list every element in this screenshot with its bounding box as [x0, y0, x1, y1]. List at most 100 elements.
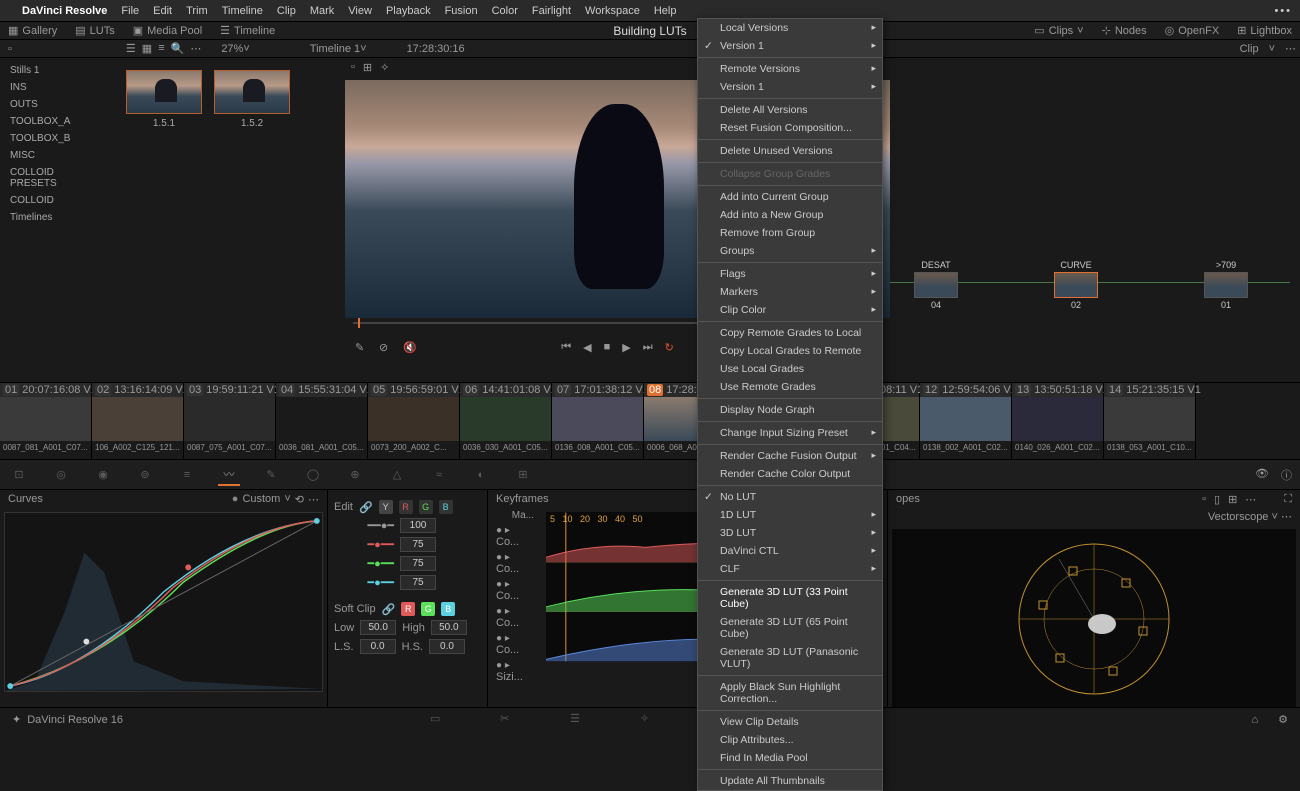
- tab-key[interactable]: ◐: [470, 464, 492, 486]
- link-icon[interactable]: 🔗: [382, 603, 396, 616]
- more-icon[interactable]: ⋯: [190, 42, 201, 55]
- menu-item[interactable]: Generate 3D LUT (33 Point Cube): [698, 583, 882, 613]
- menu-item[interactable]: Render Cache Fusion Output: [698, 447, 882, 465]
- app-name[interactable]: DaVinci Resolve: [22, 5, 107, 17]
- eye-icon[interactable]: 👁: [1255, 467, 1269, 483]
- tab-blur[interactable]: ≈: [428, 464, 450, 486]
- menu-item[interactable]: Copy Remote Grades to Local: [698, 324, 882, 342]
- menu-playback[interactable]: Playback: [386, 5, 431, 17]
- first-frame-icon[interactable]: ⏮: [561, 341, 571, 354]
- menu-item[interactable]: Generate 3D LUT (Panasonic VLUT): [698, 643, 882, 673]
- menu-clip[interactable]: Clip: [277, 5, 296, 17]
- timeline-name[interactable]: Timeline 1: [310, 43, 360, 55]
- toolbar-nodes[interactable]: ⊹Nodes: [1102, 24, 1147, 37]
- menu-color[interactable]: Color: [492, 5, 518, 17]
- menu-item[interactable]: Apply Black Sun Highlight Correction...: [698, 678, 882, 708]
- tab-hdr[interactable]: ⊚: [134, 464, 156, 486]
- viewer-tool-icon[interactable]: ▫: [351, 61, 355, 74]
- menu-view[interactable]: View: [348, 5, 372, 17]
- kf-item[interactable]: ● ▸ Sizi...: [488, 658, 542, 685]
- kf-item[interactable]: ● ▸ Co...: [488, 550, 542, 577]
- clip-thumbnail[interactable]: 1212:59:54:06V10138_002_A001_C02...: [920, 383, 1012, 459]
- scope-mode[interactable]: Vectorscope: [1208, 511, 1269, 523]
- sidebar-item[interactable]: TOOLBOX_B: [0, 130, 110, 147]
- node-curve[interactable]: CURVE02: [1050, 260, 1102, 310]
- clip-thumbnail[interactable]: 0213:16:14:09V1106_A002_C125_121...: [92, 383, 184, 459]
- menu-fusion[interactable]: Fusion: [445, 5, 478, 17]
- menu-item[interactable]: Use Local Grades: [698, 360, 882, 378]
- ls-value[interactable]: [360, 639, 396, 654]
- chevron-down-icon[interactable]: ˅: [284, 493, 290, 505]
- page-fusion[interactable]: ✧: [640, 712, 660, 728]
- tab-camera-raw[interactable]: ⊡: [8, 464, 30, 486]
- tab-tracker[interactable]: ⊕: [344, 464, 366, 486]
- clip-dropdown[interactable]: Clip: [1240, 43, 1259, 55]
- settings-icon[interactable]: ⚙: [1278, 713, 1288, 726]
- sc-g[interactable]: G: [421, 602, 435, 616]
- menu-item[interactable]: Add into Current Group: [698, 188, 882, 206]
- picker-icon[interactable]: ✎: [355, 341, 364, 354]
- tab-color-match[interactable]: ◎: [50, 464, 72, 486]
- chevron-down-icon[interactable]: ˅: [243, 43, 249, 55]
- view-icon[interactable]: ≡: [158, 42, 164, 55]
- b-value[interactable]: [400, 575, 436, 590]
- sidebar-item[interactable]: COLLOID: [0, 192, 110, 209]
- curves-graph[interactable]: [4, 512, 323, 692]
- tab-wheels[interactable]: ◉: [92, 464, 114, 486]
- kf-master[interactable]: Ma...: [488, 508, 542, 523]
- sidebar-item[interactable]: MISC: [0, 147, 110, 164]
- sidebar-item[interactable]: Timelines: [0, 209, 110, 226]
- still-thumbnail[interactable]: 1.5.2: [214, 70, 290, 370]
- menu-item[interactable]: 1D LUT: [698, 506, 882, 524]
- menu-item[interactable]: 3D LUT: [698, 524, 882, 542]
- menu-item[interactable]: Reset Fusion Composition...: [698, 119, 882, 137]
- hs-value[interactable]: [429, 639, 465, 654]
- node-graph[interactable]: DESAT04 CURVE02 >70901: [890, 58, 1300, 382]
- node-709[interactable]: >70901: [1200, 260, 1252, 310]
- menu-item[interactable]: Groups: [698, 242, 882, 260]
- menu-item[interactable]: Use Remote Grades: [698, 378, 882, 396]
- toolbar-clips[interactable]: ▭Clips ˅: [1034, 24, 1083, 37]
- clip-thumbnail[interactable]: 1415:21:35:15V10138_053_A001_C10...: [1104, 383, 1196, 459]
- view-icon[interactable]: ▦: [142, 42, 152, 55]
- chevron-down-icon[interactable]: ˅: [1272, 511, 1278, 523]
- more-icon[interactable]: ⋯: [1245, 493, 1256, 506]
- clip-thumbnail[interactable]: 0319:59:11:21V10087_075_A001_C07...: [184, 383, 276, 459]
- play-icon[interactable]: ▶: [622, 341, 630, 354]
- menu-edit[interactable]: Edit: [153, 5, 172, 17]
- menu-item[interactable]: Remove from Group: [698, 224, 882, 242]
- kf-item[interactable]: ● ▸ Co...: [488, 604, 542, 631]
- ch-y[interactable]: Y: [379, 500, 393, 514]
- viewer-tool-icon[interactable]: ✧: [380, 61, 389, 74]
- menu-item[interactable]: Version 1: [698, 37, 882, 55]
- menu-item[interactable]: Version 1: [698, 78, 882, 96]
- toolbar-luts[interactable]: ▤LUTs: [75, 24, 114, 37]
- menu-item[interactable]: Clip Color: [698, 301, 882, 319]
- clip-thumbnail[interactable]: 0415:55:31:04V10036_081_A001_C05...: [276, 383, 368, 459]
- sidebar-item[interactable]: INS: [0, 79, 110, 96]
- more-icon[interactable]: ⋯: [308, 493, 319, 506]
- r-value[interactable]: [400, 537, 436, 552]
- mute-icon[interactable]: 🔇: [403, 341, 417, 354]
- toolbar-lightbox[interactable]: ⊞Lightbox: [1237, 24, 1292, 37]
- view-icon[interactable]: ☰: [126, 42, 136, 55]
- ch-b[interactable]: B: [439, 500, 453, 514]
- prev-frame-icon[interactable]: ◀: [583, 341, 591, 354]
- menu-item[interactable]: Markers: [698, 283, 882, 301]
- kf-item[interactable]: ● ▸ Co...: [488, 523, 542, 550]
- g-value[interactable]: [400, 556, 436, 571]
- y-value[interactable]: [400, 518, 436, 533]
- tab-window[interactable]: ◯: [302, 464, 324, 486]
- menu-item[interactable]: Delete All Versions: [698, 101, 882, 119]
- toolbar-gallery[interactable]: ▦Gallery: [8, 24, 57, 37]
- menubar[interactable]: DaVinci Resolve File Edit Trim Timeline …: [0, 0, 1300, 22]
- menu-item[interactable]: Update All Thumbnails: [698, 772, 882, 790]
- chevron-down-icon[interactable]: ˅: [360, 43, 366, 55]
- node-desat[interactable]: DESAT04: [910, 260, 962, 310]
- menu-item[interactable]: No LUT: [698, 488, 882, 506]
- kf-item[interactable]: ● ▸ Co...: [488, 577, 542, 604]
- toolbar-openfx[interactable]: ◎OpenFX: [1165, 24, 1220, 37]
- clip-thumbnail[interactable]: 0120:07:16:08V10087_081_A001_C07...: [0, 383, 92, 459]
- menu-trim[interactable]: Trim: [186, 5, 208, 17]
- sidebar-item[interactable]: COLLOID PRESETS: [0, 164, 110, 192]
